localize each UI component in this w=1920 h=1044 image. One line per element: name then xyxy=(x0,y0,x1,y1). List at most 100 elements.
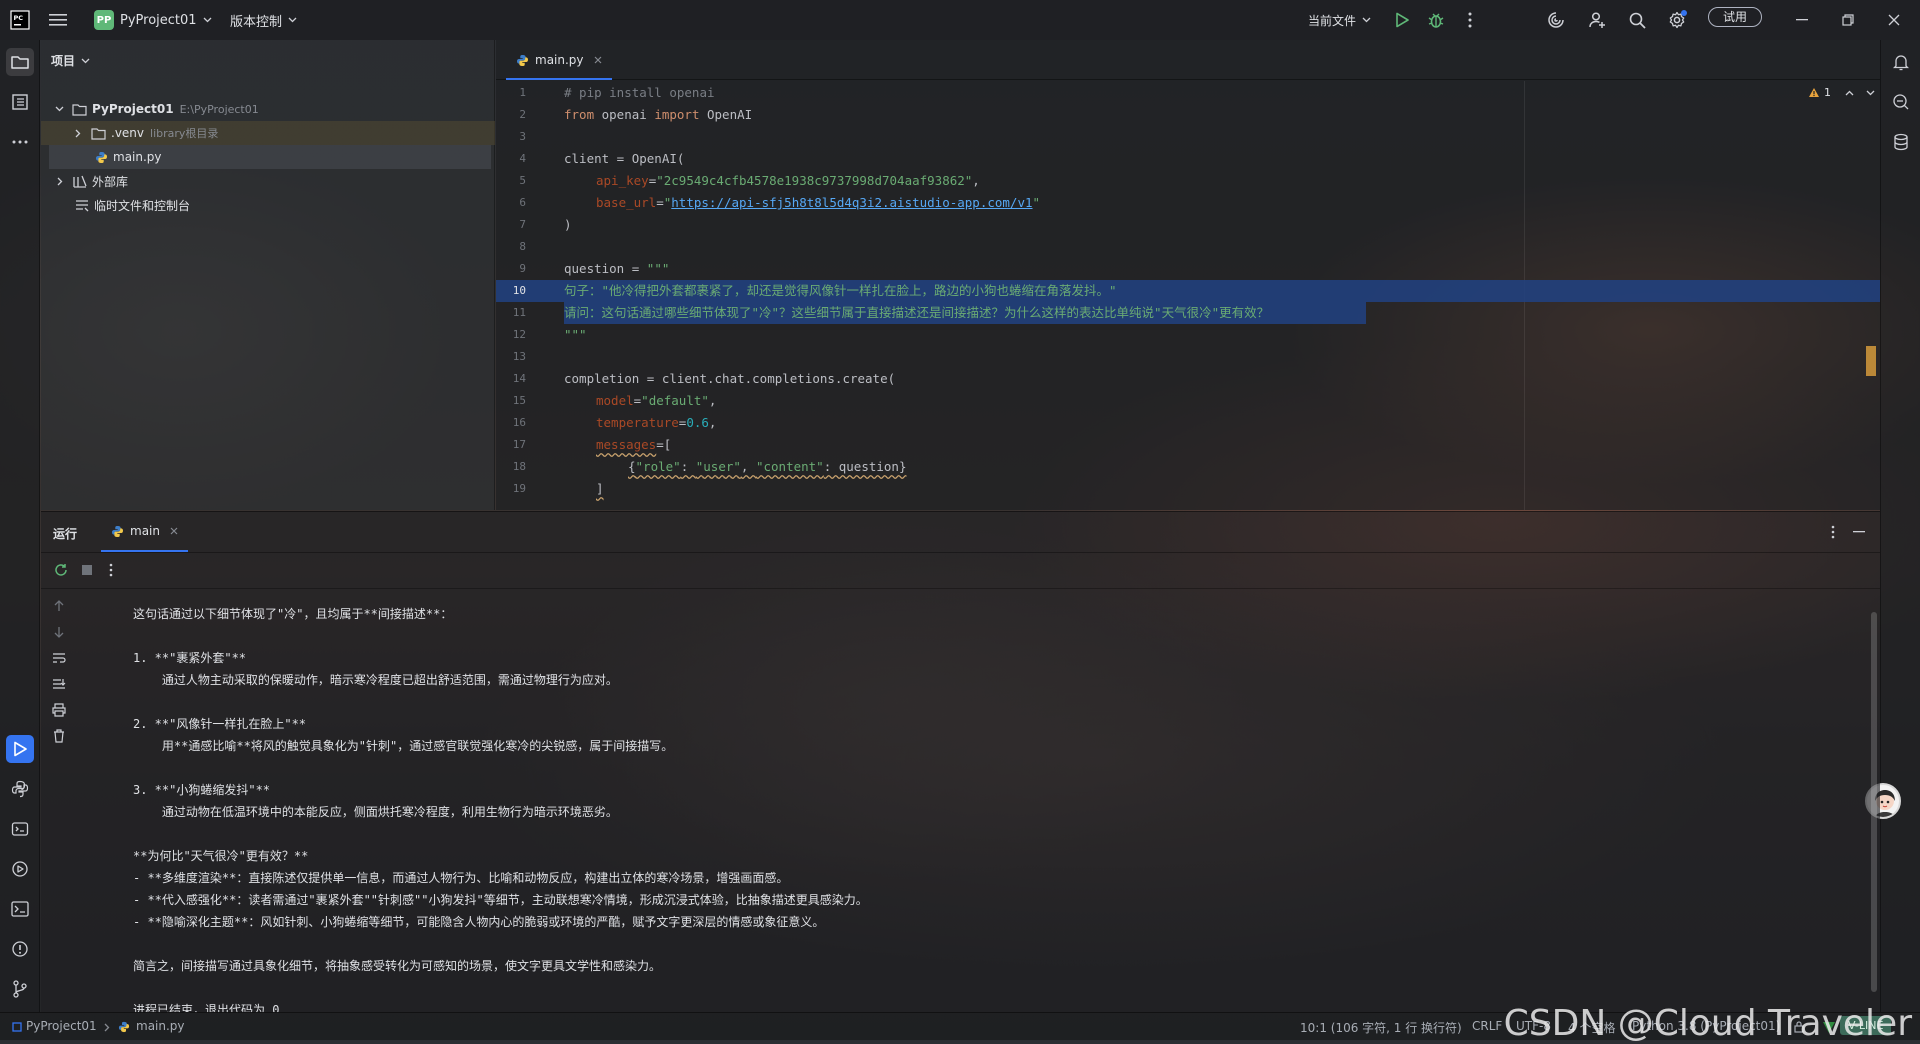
code-line-2: from openai import OpenAI xyxy=(564,104,752,126)
console-output[interactable]: 这句话通过以下细节体现了"冷"，且均属于**间接描述**： 1. **"裹紧外套… xyxy=(83,589,1880,1013)
rerun-icon[interactable] xyxy=(53,562,69,578)
more-options-icon[interactable] xyxy=(103,562,119,578)
hide-panel-icon[interactable] xyxy=(1851,524,1867,540)
scroll-up-icon[interactable] xyxy=(51,598,67,614)
python-packages-button[interactable] xyxy=(6,775,34,803)
project-panel-title: 项目 xyxy=(51,54,76,68)
project-tool-button[interactable] xyxy=(6,48,34,76)
chevron-down-icon xyxy=(1362,17,1371,23)
minimize-icon[interactable] xyxy=(1792,10,1812,30)
line-separator[interactable]: CRLF xyxy=(1472,1019,1502,1033)
editor-tab-bar: main.py xyxy=(496,40,1880,80)
tree-item-project-root[interactable]: PyProject01 E:\PyProject01 xyxy=(41,97,495,121)
code-line-10: 句子："他冷得把外套都裹紧了，却还是觉得风像针一样扎在脸上，路边的小狗也蜷缩在角… xyxy=(564,280,1117,302)
ai-chat-button[interactable] xyxy=(1887,88,1915,116)
console-line: 简言之，间接描写通过具象化细节，将抽象感受转化为可感知的场景，使文字更具文学性和… xyxy=(133,959,662,973)
print-icon[interactable] xyxy=(51,702,67,718)
caret-position[interactable]: 10:1 (106 字符, 1 行 换行符) xyxy=(1300,1019,1462,1036)
trash-icon[interactable] xyxy=(51,728,67,744)
tree-item-scratches[interactable]: 临时文件和控制台 xyxy=(41,193,495,217)
scroll-to-end-icon[interactable] xyxy=(51,676,67,692)
update-dot xyxy=(1681,10,1687,16)
bell-icon xyxy=(1893,53,1909,71)
editor-scrollbar[interactable] xyxy=(1870,110,1876,510)
structure-icon xyxy=(12,94,28,110)
run-tab-main[interactable]: main xyxy=(101,512,188,552)
warning-stripe-marker[interactable] xyxy=(1866,346,1876,376)
url-link[interactable]: https://api-sfj5h8t8l5d4q3i2.aistudio-ap… xyxy=(671,195,1032,210)
problems-icon xyxy=(11,940,29,958)
scratches-icon xyxy=(75,199,89,212)
divider xyxy=(41,552,1880,553)
soft-wrap-icon[interactable] xyxy=(51,650,67,666)
code-line-11: 请问：这句话通过哪些细节体现了"冷"？这些细节属于直接描述还是间接描述？为什么这… xyxy=(564,302,1269,324)
project-view-selector[interactable]: 项目 xyxy=(51,52,90,69)
scroll-down-icon[interactable] xyxy=(51,624,67,640)
breadcrumb-file[interactable]: main.py xyxy=(136,1019,185,1033)
line-number: 7 xyxy=(519,218,526,231)
code-with-me-icon[interactable] xyxy=(1587,10,1607,30)
code-token: """ xyxy=(564,327,587,342)
project-panel: 项目 PyProject01 E:\PyProject01 .venv libr… xyxy=(41,40,495,510)
code-token: ] xyxy=(596,481,604,496)
more-tools-button[interactable] xyxy=(6,128,34,156)
code-area[interactable]: 1 2 3 4 5 6 7 8 9 10 11 12 13 14 15 16 1… xyxy=(496,82,1880,510)
external-libraries-label: 外部库 xyxy=(92,174,129,189)
tab-main-py[interactable]: main.py xyxy=(506,40,612,80)
code-token: "content" xyxy=(755,459,824,474)
tree-item-main-py[interactable]: main.py xyxy=(49,145,491,169)
run-config-selector[interactable]: 当前文件 xyxy=(1300,6,1379,34)
project-badge: PP xyxy=(94,10,114,30)
tab-close-icon[interactable] xyxy=(170,527,178,535)
structure-tool-button[interactable] xyxy=(6,88,34,116)
main-menu-icon[interactable] xyxy=(48,10,68,30)
trial-button[interactable]: 试用 xyxy=(1708,7,1763,27)
breadcrumb-project[interactable]: PyProject01 xyxy=(26,1019,97,1033)
problems-button[interactable] xyxy=(6,935,34,963)
python-console-button[interactable] xyxy=(6,815,34,843)
code-token: """ xyxy=(646,261,670,276)
tree-item-external-libraries[interactable]: 外部库 xyxy=(41,169,495,193)
ai-assistant-icon[interactable] xyxy=(1546,10,1566,30)
more-actions-icon[interactable] xyxy=(1460,10,1480,30)
code-token: = xyxy=(656,195,664,210)
git-button[interactable] xyxy=(6,975,34,1003)
more-horizontal-icon xyxy=(12,140,28,144)
console-scrollbar[interactable] xyxy=(1871,612,1877,992)
project-switcher[interactable]: PP PyProject01 xyxy=(86,6,220,34)
line-number: 18 xyxy=(512,460,526,473)
close-icon[interactable] xyxy=(1884,10,1904,30)
debug-icon[interactable] xyxy=(1426,10,1446,30)
code-token: 句子："他冷得把外套都裹紧了，却还是觉得风像针一样扎在脸上，路边的小狗也蜷缩在角… xyxy=(564,283,1117,298)
terminal-button[interactable] xyxy=(6,895,34,923)
line-number: 12 xyxy=(512,328,526,341)
stop-icon[interactable] xyxy=(79,562,95,578)
services-button[interactable] xyxy=(6,855,34,883)
python-console-icon xyxy=(11,820,29,838)
python-file-icon xyxy=(111,525,124,538)
code-token: "2c9549c4cfb4578e1938c9737998d704aaf9386… xyxy=(656,173,973,188)
search-icon[interactable] xyxy=(1627,10,1647,30)
run-tool-button[interactable] xyxy=(6,735,34,763)
chevron-down-icon xyxy=(55,106,64,112)
vcs-label: 版本控制 xyxy=(230,14,283,30)
run-icon xyxy=(13,741,27,757)
code-token: base_url xyxy=(596,195,657,210)
line-number: 8 xyxy=(519,240,526,253)
settings-gear-icon[interactable] xyxy=(1667,10,1687,30)
code-line-6: base_url= "https://api-sfj5h8t8l5d4q3i2.a… xyxy=(596,192,1040,214)
pycharm-logo-icon[interactable]: PC xyxy=(10,10,30,30)
database-button[interactable] xyxy=(1887,128,1915,156)
tree-item-venv[interactable]: .venv library根目录 xyxy=(41,121,495,145)
run-panel-title: 运行 xyxy=(53,527,78,541)
code-token: # pip install openai xyxy=(564,85,715,100)
restore-icon[interactable] xyxy=(1838,10,1858,30)
notifications-button[interactable] xyxy=(1887,48,1915,76)
code-line-15: model="default", xyxy=(596,390,716,412)
run-icon[interactable] xyxy=(1392,10,1412,30)
vcs-menu[interactable]: 版本控制 xyxy=(222,6,305,34)
code-token: "default" xyxy=(641,393,709,408)
more-options-icon[interactable] xyxy=(1825,524,1841,540)
console-line: 用**通感比喻**将风的触觉具象化为"针刺"，通过感官联觉强化寒冷的尖锐感，属于… xyxy=(133,739,674,753)
tab-close-icon[interactable] xyxy=(594,56,602,64)
